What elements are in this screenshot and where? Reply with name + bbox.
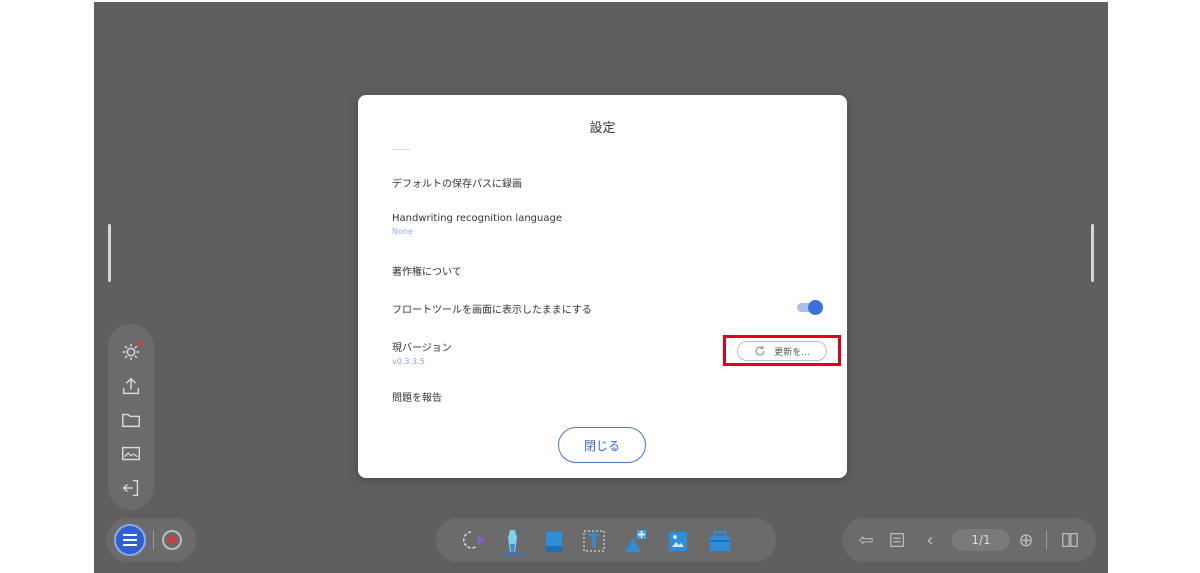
keep-float-tool-toggle[interactable]: [797, 300, 823, 315]
add-page-button[interactable]: ⊕: [1016, 529, 1036, 551]
dialog-title: 設定: [589, 121, 616, 136]
setting-label: Handwriting recognition language: [392, 213, 562, 224]
menu-button[interactable]: [114, 524, 146, 556]
record-icon: [168, 536, 176, 544]
page-view-icon: [1062, 533, 1078, 547]
setting-label: デフォルトの保存パスに録画: [392, 179, 522, 190]
export-button[interactable]: [119, 374, 143, 398]
page-indicator[interactable]: 1/1: [952, 529, 1010, 551]
setting-report-problem[interactable]: 問題を報告: [392, 389, 823, 404]
divider: [153, 530, 154, 550]
arrow-left-icon: ⇦: [858, 529, 874, 551]
pen-tool[interactable]: [500, 526, 528, 556]
text-tool[interactable]: [580, 526, 608, 556]
setting-copyright[interactable]: 著作権について: [392, 263, 823, 278]
pen-icon: [504, 530, 524, 555]
close-button[interactable]: 閉じる: [558, 427, 646, 463]
plus-circle-icon: ⊕: [1018, 529, 1034, 551]
chevron-left-icon: ‹: [926, 529, 934, 551]
shape-tool[interactable]: [622, 526, 650, 556]
shapes-icon: [625, 530, 646, 552]
left-edge-handle[interactable]: [108, 224, 111, 282]
settings-button[interactable]: [119, 340, 143, 364]
toolbox-icon: [710, 531, 730, 551]
setting-label: 著作権について: [392, 267, 462, 278]
record-button[interactable]: [162, 530, 182, 550]
background-button[interactable]: [119, 442, 143, 466]
prev-page-button[interactable]: ‹: [920, 529, 940, 551]
settings-dialog: 設定 デフォルトの保存パスに録画 Handwriting recognition…: [358, 95, 847, 478]
divider: [1046, 530, 1047, 550]
side-toolbar: [108, 324, 154, 510]
setting-keep-float-tool: フロートツールを画面に表示したままにする: [392, 301, 823, 316]
bottom-left-toolbar: [106, 518, 196, 562]
open-folder-button[interactable]: [119, 408, 143, 432]
exit-icon: [122, 479, 139, 497]
exit-button[interactable]: [119, 476, 143, 500]
lasso-select-icon: [462, 531, 486, 549]
toggle-knob: [808, 300, 823, 315]
setting-handwriting-language[interactable]: Handwriting recognition language None: [392, 213, 823, 236]
image-tool[interactable]: [664, 526, 692, 556]
image-icon: [669, 532, 687, 551]
scroll-remnant: [392, 149, 410, 150]
text-icon: [583, 530, 605, 552]
right-edge-handle[interactable]: [1091, 224, 1094, 282]
highlight-annotation: [723, 335, 841, 366]
page-toolbar: ⇦ ‹ 1/1 ⊕: [842, 518, 1096, 562]
page-list-icon: [890, 533, 905, 547]
back-button[interactable]: ⇦: [856, 529, 876, 551]
hamburger-icon: [123, 539, 137, 541]
setting-record-default-path[interactable]: デフォルトの保存パスに録画: [392, 175, 823, 190]
folder-icon: [122, 413, 140, 428]
upload-icon: [122, 377, 140, 395]
toolbox-tool[interactable]: [706, 526, 734, 556]
setting-value: None: [392, 227, 413, 236]
notification-dot: [137, 341, 142, 346]
select-tool[interactable]: [462, 526, 490, 556]
drawing-toolbar: [436, 518, 776, 562]
setting-label: 問題を報告: [392, 393, 442, 404]
setting-label: フロートツールを画面に表示したままにする: [392, 305, 592, 316]
image-settings-icon: [122, 446, 140, 461]
eraser-tool[interactable]: [540, 526, 568, 556]
eraser-icon: [546, 532, 562, 552]
page-view-button[interactable]: [1060, 530, 1080, 550]
page-list-button[interactable]: [888, 530, 908, 550]
